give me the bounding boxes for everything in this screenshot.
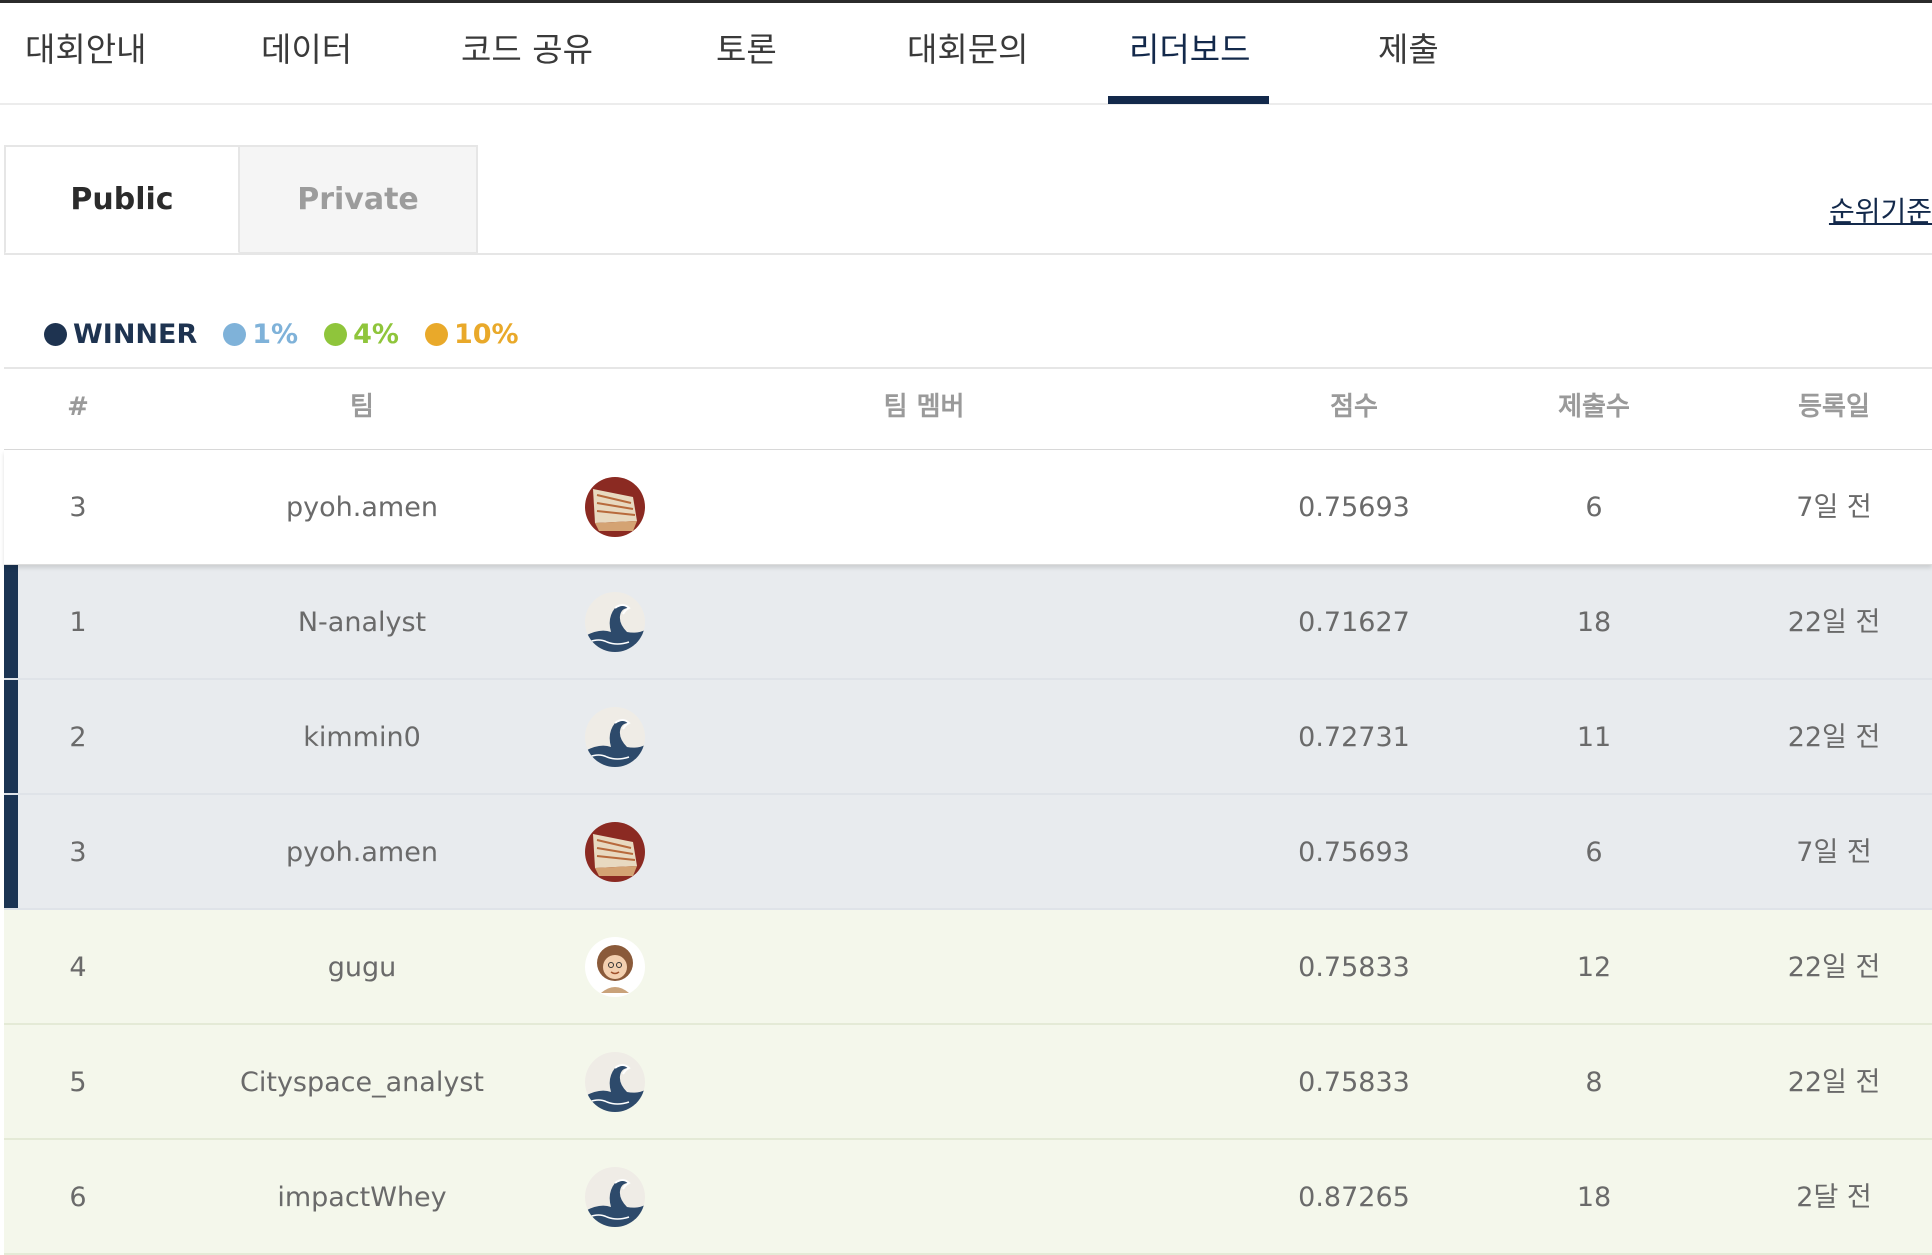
submission-count-cell: 18 xyxy=(1576,607,1612,638)
rank-cell: 1 xyxy=(69,607,87,638)
table-row: 6 impactWhey 0.87265 18 2달 전 xyxy=(4,1140,1932,1255)
legend-4pct: 4% xyxy=(324,319,399,350)
wave-avatar-icon[interactable] xyxy=(585,707,645,767)
table-row: 4 gugu 0.75833 12 22일 전 xyxy=(4,910,1932,1025)
score-cell: 0.75833 xyxy=(1298,1067,1410,1098)
legend-4pct-label: 4% xyxy=(353,318,399,350)
wave-avatar-icon[interactable] xyxy=(585,1052,645,1112)
rank-cell: 4 xyxy=(69,952,87,983)
nav-tab-inquiry[interactable]: 대회문의 xyxy=(907,3,1028,103)
nav-tab-code-share[interactable]: 코드 공유 xyxy=(461,3,593,103)
team-name-cell[interactable]: pyoh.amen xyxy=(152,795,572,910)
score-cell: 0.75693 xyxy=(1298,837,1410,868)
header-date: 등록일 xyxy=(1798,392,1870,422)
score-cell: 0.75833 xyxy=(1298,952,1410,983)
nav-tab-data[interactable]: 데이터 xyxy=(261,3,352,103)
table-row: 1 N-analyst 0.71627 18 22일 전 xyxy=(4,565,1932,680)
rank-cell: 5 xyxy=(69,1067,87,1098)
sailboat-avatar-icon[interactable] xyxy=(585,822,645,882)
submission-count-cell: 8 xyxy=(1585,1067,1603,1098)
submission-count-cell: 12 xyxy=(1576,952,1612,983)
tab-private[interactable]: Private xyxy=(240,145,478,254)
rank-cell: 6 xyxy=(69,1182,87,1213)
score-cell: 0.72731 xyxy=(1298,722,1410,753)
score-cell: 0.75693 xyxy=(1298,492,1410,523)
tab-public[interactable]: Public xyxy=(4,145,240,254)
legend-10pct-label: 10% xyxy=(453,318,519,350)
submission-count-cell: 6 xyxy=(1585,492,1603,523)
four-percent-dot-icon xyxy=(324,322,348,346)
date-cell: 7일 전 xyxy=(1796,492,1872,523)
submission-count-cell: 18 xyxy=(1576,1182,1612,1213)
header-team: 팀 xyxy=(350,392,374,422)
team-name-cell[interactable]: gugu xyxy=(152,910,572,1025)
nav-tab-discussion[interactable]: 토론 xyxy=(716,3,777,103)
rank-cell: 2 xyxy=(69,722,87,753)
legend-winner: WINNER xyxy=(44,319,197,350)
nav-tab-leaderboard[interactable]: 리더보드 xyxy=(1129,3,1250,103)
one-percent-dot-icon xyxy=(223,322,247,346)
team-name-cell[interactable]: kimmin0 xyxy=(152,680,572,795)
header-submissions: 제출수 xyxy=(1558,392,1630,422)
header-members: 팀 멤버 xyxy=(883,392,965,422)
date-cell: 22일 전 xyxy=(1787,952,1881,983)
ranking-criteria-link[interactable]: 순위기준 xyxy=(1829,190,1932,230)
score-cell: 0.71627 xyxy=(1298,607,1410,638)
team-name-cell[interactable]: N-analyst xyxy=(152,565,572,680)
legend-10pct: 10% xyxy=(424,318,519,350)
person-avatar-icon[interactable] xyxy=(585,937,645,997)
table-row: 3 pyoh.amen 0.75693 6 7일 전 xyxy=(4,795,1932,910)
legend-1pct: 1% xyxy=(223,319,298,350)
score-cell: 0.87265 xyxy=(1298,1182,1410,1213)
sailboat-avatar-icon[interactable] xyxy=(585,477,645,537)
date-cell: 22일 전 xyxy=(1787,722,1881,753)
winner-dot-icon xyxy=(44,322,67,346)
date-cell: 22일 전 xyxy=(1787,1067,1881,1098)
date-cell: 22일 전 xyxy=(1787,607,1881,638)
subtabs-divider xyxy=(4,253,1932,255)
legend-winner-label: WINNER xyxy=(73,318,198,350)
nav-tab-overview[interactable]: 대회안내 xyxy=(25,3,146,103)
nav-tab-submit[interactable]: 제출 xyxy=(1378,3,1439,103)
team-name-cell[interactable]: Cityspace_analyst xyxy=(152,1025,572,1140)
active-tab-indicator xyxy=(1108,96,1269,104)
rank-cell: 3 xyxy=(69,492,87,523)
my-rank-row: 3 pyoh.amen 0.75693 6 7일 전 xyxy=(4,450,1932,565)
submission-count-cell: 11 xyxy=(1576,722,1612,753)
legend-1pct-label: 1% xyxy=(252,318,299,350)
wave-avatar-icon[interactable] xyxy=(585,592,645,652)
date-cell: 2달 전 xyxy=(1796,1182,1872,1213)
table-row: 5 Cityspace_analyst 0.75833 8 22일 전 xyxy=(4,1025,1932,1140)
team-name-cell[interactable]: pyoh.amen xyxy=(152,450,572,565)
wave-avatar-icon[interactable] xyxy=(585,1167,645,1227)
tier-legend: WINNER 1% 4% 10% xyxy=(44,314,545,354)
ten-percent-dot-icon xyxy=(424,322,448,346)
header-rank: # xyxy=(67,392,89,422)
table-row: 2 kimmin0 0.72731 11 22일 전 xyxy=(4,680,1932,795)
table-header: # 팀 팀 멤버 점수 제출수 등록일 xyxy=(4,369,1932,451)
date-cell: 7일 전 xyxy=(1796,837,1872,868)
submission-count-cell: 6 xyxy=(1585,837,1603,868)
team-name-cell[interactable]: impactWhey xyxy=(152,1140,572,1255)
competition-nav: 대회안내 데이터 코드 공유 토론 대회문의 리더보드 제출 xyxy=(0,3,1932,105)
header-score: 점수 xyxy=(1330,392,1378,422)
rank-cell: 3 xyxy=(69,837,87,868)
